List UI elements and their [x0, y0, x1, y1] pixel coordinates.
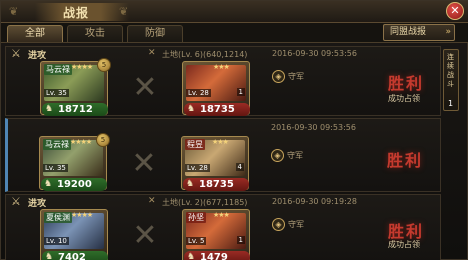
attacker-troops: ♞ 7402 [42, 251, 108, 260]
defender-level: Lv. 5 [186, 237, 207, 245]
report-type: 进攻 [28, 199, 47, 209]
shield-role-icon: ◈ [272, 70, 285, 83]
battle-result-detail: 成功占领 [388, 94, 420, 103]
alliance-report-button[interactable]: 同盟战报 » [383, 24, 455, 41]
crossed-blades-icon: ✕ [132, 218, 158, 253]
defender-troops: ♞ 18735 [183, 178, 249, 191]
close-icon: ✕ [450, 4, 460, 17]
report-time: 2016-09-30 09:53:56 [272, 49, 357, 58]
report-header: 2016-09-30 09:53:56 [8, 119, 440, 133]
defender-card[interactable]: 孙坚 ★★★ Lv. 5 1 ♞ 1479 [182, 209, 250, 260]
report-list[interactable]: ⚔ 进攻 ✕ 土地(Lv. 6)(640,1214) 2016-09-30 09… [5, 46, 441, 260]
title-bar: ❦ 战报 ❦ ✕ [1, 1, 468, 23]
attacker-stars: ★★★★ [70, 138, 92, 146]
tab-defense[interactable]: 防御 [127, 25, 183, 42]
defender-troops: ♞ 18735 [184, 103, 250, 116]
report-header: ⚔ 进攻 ✕ 土地(Lv. 2)(677,1185) 2016-09-30 09… [6, 195, 440, 210]
attacker-troops: ♞ 19200 [41, 178, 107, 191]
attacker-name: 马云禄 [44, 64, 72, 75]
defender-troops-value: 18735 [199, 179, 234, 190]
defender-card[interactable]: ★★★ Lv. 28 1 ♞ 18735 [182, 61, 250, 116]
continuous-battle-count: 1 [448, 99, 454, 108]
crossed-swords-small-icon: ✕ [148, 48, 156, 58]
attacker-badge: 5 [96, 133, 110, 147]
report-location: 土地(Lv. 6)(640,1214) [162, 50, 248, 59]
attacker-level: Lv. 35 [44, 89, 69, 97]
title-ornament-right: ❦ [119, 5, 129, 18]
defender-troops: ♞ 1479 [184, 251, 250, 260]
soldier-icon: ♞ [187, 104, 196, 114]
defender-role: 守军 [288, 220, 304, 229]
defender-count: 4 [235, 163, 244, 171]
report-time: 2016-09-30 09:19:28 [272, 197, 357, 206]
battle-result: 胜利 [387, 151, 424, 170]
defender-count: 1 [236, 236, 245, 244]
attacker-level: Lv. 10 [44, 237, 69, 245]
defender-role: 守军 [287, 151, 303, 160]
defender-stars: ★★★ [212, 138, 229, 146]
defender-name: 程昱 [185, 139, 205, 150]
continuous-battle-label: 连续战斗 [447, 53, 454, 88]
tab-attack[interactable]: 攻击 [67, 25, 123, 42]
soldier-icon: ♞ [186, 179, 195, 189]
soldier-icon: ♞ [45, 104, 54, 114]
crossed-blades-icon: ✕ [132, 70, 158, 105]
attacker-stars: ★★★★ [71, 211, 93, 219]
attacker-troops: ♞ 18712 [42, 103, 108, 116]
crossed-blades-icon: ✕ [131, 146, 157, 181]
attacker-name: 夏侯渊 [44, 212, 72, 223]
battle-report-window: ❦ 战报 ❦ ✕ 全部 攻击 防御 同盟战报 » ⚔ 进攻 ✕ 土地(Lv. 6… [0, 0, 468, 260]
report-location: 土地(Lv. 2)(677,1185) [162, 198, 248, 207]
battle-result-detail: 成功占领 [388, 240, 420, 249]
title-ornament-left: ❦ [9, 5, 19, 18]
battle-result: 胜利 [388, 74, 425, 93]
defender-stars: ★★★ [213, 63, 230, 71]
report-item[interactable]: ⚔ 进攻 ✕ 土地(Lv. 6)(640,1214) 2016-09-30 09… [5, 46, 441, 116]
attacker-stars: ★★★★ [71, 63, 93, 71]
report-item[interactable]: ⚔ 进攻 ✕ 土地(Lv. 2)(677,1185) 2016-09-30 09… [5, 194, 441, 260]
crossed-swords-icon: ⚔ [11, 47, 21, 60]
defender-name: 孙坚 [186, 212, 206, 223]
defender-count: 1 [236, 88, 245, 96]
defender-stars: ★★★ [213, 211, 230, 219]
tab-all[interactable]: 全部 [7, 25, 63, 42]
soldier-icon: ♞ [45, 252, 54, 260]
attacker-card[interactable]: 马云禄 ★★★★ Lv. 35 5 ♞ 18712 [40, 58, 111, 116]
shield-role-icon: ◈ [271, 149, 284, 162]
report-item[interactable]: 2016-09-30 09:53:56 马云禄 ★★★★ Lv. 35 5 ♞ … [5, 118, 441, 192]
report-type: 进攻 [28, 51, 47, 61]
close-button[interactable]: ✕ [446, 2, 464, 20]
defender-card[interactable]: 程昱 ★★★ Lv. 28 4 ♞ 18735 [181, 136, 249, 191]
attacker-badge: 5 [97, 58, 111, 72]
crossed-swords-small-icon: ✕ [148, 196, 156, 206]
double-chevron-right-icon: » [445, 27, 451, 37]
soldier-icon: ♞ [44, 179, 53, 189]
attacker-name: 马云禄 [43, 139, 71, 150]
crossed-swords-icon: ⚔ [11, 195, 21, 208]
window-title: 战报 [63, 6, 90, 20]
tab-bar: 全部 攻击 防御 同盟战报 » [1, 23, 468, 43]
defender-level: Lv. 28 [185, 164, 210, 172]
continuous-battle-panel[interactable]: 连续战斗 1 [443, 49, 459, 111]
attacker-card[interactable]: 马云禄 ★★★★ Lv. 35 5 ♞ 19200 [39, 133, 110, 191]
defender-troops-value: 18735 [200, 104, 235, 115]
report-time: 2016-09-30 09:53:56 [271, 123, 356, 132]
attacker-card[interactable]: 夏侯渊 ★★★★ Lv. 10 ♞ 7402 [40, 209, 108, 260]
alliance-report-label: 同盟战报 [390, 27, 427, 37]
defender-level: Lv. 28 [186, 89, 211, 97]
report-header: ⚔ 进攻 ✕ 土地(Lv. 6)(640,1214) 2016-09-30 09… [6, 47, 440, 62]
soldier-icon: ♞ [187, 252, 196, 260]
attacker-level: Lv. 35 [43, 164, 68, 172]
attacker-troops-value: 18712 [58, 104, 93, 115]
defender-role: 守军 [288, 72, 304, 81]
defender-troops-value: 1479 [200, 252, 228, 260]
attacker-troops-value: 19200 [57, 179, 92, 190]
shield-role-icon: ◈ [272, 218, 285, 231]
attacker-troops-value: 7402 [58, 252, 86, 260]
